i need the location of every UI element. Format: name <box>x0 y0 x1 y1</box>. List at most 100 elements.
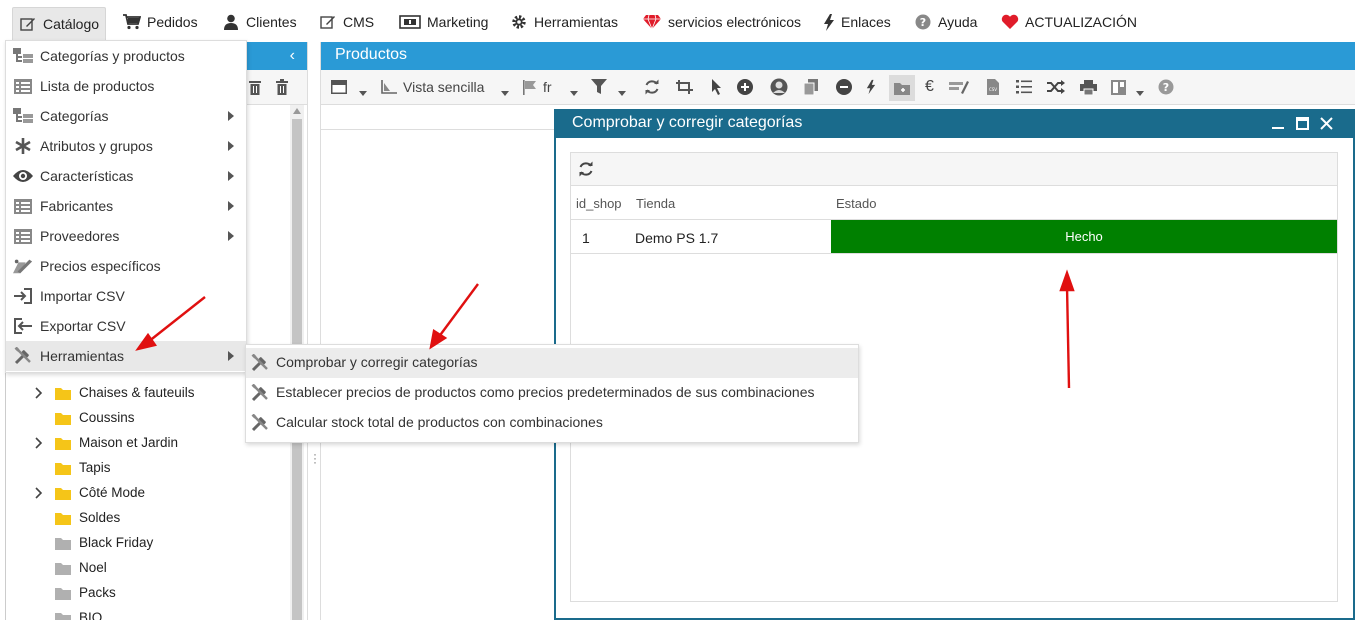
submenu-arrow-icon <box>228 141 234 151</box>
tree-item[interactable]: Black Friday <box>5 531 290 556</box>
tree-item[interactable]: BIO <box>5 606 290 620</box>
chevron-right-icon[interactable] <box>35 487 43 499</box>
print-icon[interactable] <box>1080 78 1097 96</box>
view-selector[interactable]: Vista sencilla <box>381 78 484 96</box>
chevron-down-icon[interactable] <box>570 84 578 102</box>
menu-marketing[interactable]: Marketing <box>393 8 494 36</box>
tools-submenu-item[interactable]: Comprobar y corregir categorías <box>246 348 858 378</box>
tree-item[interactable]: Packs <box>5 581 290 606</box>
collapse-left-icon[interactable]: ‹ <box>290 47 295 65</box>
tree-icon <box>13 47 33 65</box>
filter-icon[interactable] <box>591 78 607 96</box>
layout-icon[interactable] <box>331 78 347 96</box>
list-icon <box>13 227 33 245</box>
add-circle-icon[interactable] <box>737 78 753 96</box>
catalog-menu-item-categorias[interactable]: Categorías <box>6 101 246 131</box>
catalog-menu-item-exportar-csv[interactable]: Exportar CSV <box>6 311 246 341</box>
chevron-right-icon[interactable] <box>35 437 43 449</box>
column-estado[interactable]: Estado <box>836 196 876 211</box>
catalog-menu-item-precios-especificos[interactable]: Precios específicos <box>6 251 246 281</box>
catalog-menu-item-importar-csv[interactable]: Importar CSV <box>6 281 246 311</box>
avatar-icon[interactable] <box>770 78 788 96</box>
chevron-right-icon[interactable] <box>35 387 43 399</box>
chevron-down-icon[interactable] <box>618 84 626 102</box>
crop-icon[interactable] <box>676 78 694 96</box>
copy-icon[interactable] <box>804 78 818 96</box>
column-id-shop[interactable]: id_shop <box>576 196 622 211</box>
tools-submenu: Comprobar y corregir categorías Establece… <box>245 344 859 443</box>
menu-actualizacion[interactable]: ACTUALIZACIÓN <box>995 8 1143 36</box>
help-icon[interactable]: ? <box>1158 78 1174 96</box>
gear-icon <box>510 13 528 31</box>
svg-text:?: ? <box>1163 81 1169 94</box>
tree-item[interactable]: Noel <box>5 556 290 581</box>
list-icon <box>13 197 33 215</box>
price-tag-icon <box>13 257 33 275</box>
eye-icon <box>13 167 33 185</box>
close-icon[interactable] <box>1320 117 1333 130</box>
panel-splitter[interactable]: · · · <box>307 42 321 620</box>
refresh-icon[interactable] <box>644 78 660 96</box>
top-menu-bar: Catálogo Pedidos Clientes CMS Marketing … <box>0 0 1355 44</box>
catalog-menu-item-lista-de-productos[interactable]: Lista de productos <box>6 71 246 101</box>
chart-icon <box>381 80 397 94</box>
folder-icon <box>55 413 71 425</box>
table-row[interactable]: 1 Demo PS 1.7 Hecho <box>571 220 1337 254</box>
cursor-icon[interactable] <box>711 78 723 96</box>
chevron-down-icon[interactable] <box>501 84 509 102</box>
tree-item[interactable]: Côté Mode <box>5 481 290 506</box>
remove-circle-icon[interactable] <box>836 78 852 96</box>
columns-icon[interactable] <box>1111 78 1126 96</box>
move-category-icon[interactable] <box>889 75 915 101</box>
products-panel-header: Productos <box>321 42 1355 70</box>
chevron-down-icon[interactable] <box>1136 84 1144 102</box>
bolt-icon[interactable] <box>866 78 876 96</box>
column-tienda[interactable]: Tienda <box>636 196 675 211</box>
export-icon <box>13 317 33 335</box>
catalog-menu-item-proveedores[interactable]: Proveedores <box>6 221 246 251</box>
trash-icon[interactable] <box>249 79 261 95</box>
menu-enlaces[interactable]: Enlaces <box>817 8 897 36</box>
menu-pedidos[interactable]: Pedidos <box>117 8 204 36</box>
ticket-icon <box>399 13 421 31</box>
menu-ayuda[interactable]: ? Ayuda <box>908 8 983 36</box>
chevron-down-icon[interactable] <box>359 84 367 102</box>
price-edit-icon[interactable] <box>949 78 971 96</box>
minimize-icon[interactable] <box>1272 111 1284 131</box>
euro-icon[interactable]: € <box>925 78 934 96</box>
catalog-menu-item-herramientas[interactable]: Herramientas <box>6 341 246 371</box>
tools-submenu-item[interactable]: Establecer precios de productos como pre… <box>246 378 858 408</box>
catalog-menu-item-fabricantes[interactable]: Fabricantes <box>6 191 246 221</box>
language-selector[interactable]: fr <box>523 78 552 96</box>
dialog-title: Comprobar y corregir categorías <box>572 114 803 131</box>
bolt-icon <box>823 13 835 31</box>
help-icon: ? <box>914 13 932 31</box>
folder-icon <box>55 538 71 550</box>
menu-catalogo[interactable]: Catálogo <box>12 7 107 40</box>
cell-tienda: Demo PS 1.7 <box>635 230 719 246</box>
tools-submenu-item[interactable]: Calcular stock total de productos con co… <box>246 408 858 438</box>
folder-icon <box>55 563 71 575</box>
list-ordered-icon[interactable] <box>1016 78 1032 96</box>
catalog-menu-item-categorias-y-productos[interactable]: Categorías y productos <box>6 41 246 71</box>
trash-icon[interactable] <box>276 79 288 95</box>
tree-item[interactable]: Soldes <box>5 506 290 531</box>
menu-clientes[interactable]: Clientes <box>216 8 303 36</box>
maximize-icon[interactable] <box>1296 117 1309 130</box>
menu-cms[interactable]: CMS <box>313 8 380 36</box>
menu-herramientas[interactable]: Herramientas <box>504 8 624 36</box>
list-icon <box>13 77 33 95</box>
csv-file-icon[interactable]: CSV <box>987 78 999 96</box>
tools-icon <box>13 347 33 365</box>
tree-item[interactable]: Tapis <box>5 456 290 481</box>
folder-icon <box>55 438 71 450</box>
submenu-arrow-icon <box>228 111 234 121</box>
catalog-menu-item-atributos-y-grupos[interactable]: Atributos y grupos <box>6 131 246 161</box>
grid-header: id_shop Tienda Estado <box>571 186 1337 220</box>
edit-icon <box>319 13 337 31</box>
refresh-icon[interactable] <box>578 161 594 177</box>
shuffle-icon[interactable] <box>1047 78 1065 96</box>
view-label: Vista sencilla <box>403 79 485 95</box>
catalog-menu-item-caracteristicas[interactable]: Características <box>6 161 246 191</box>
menu-servicios-electronicos[interactable]: servicios electrónicos <box>636 8 807 36</box>
